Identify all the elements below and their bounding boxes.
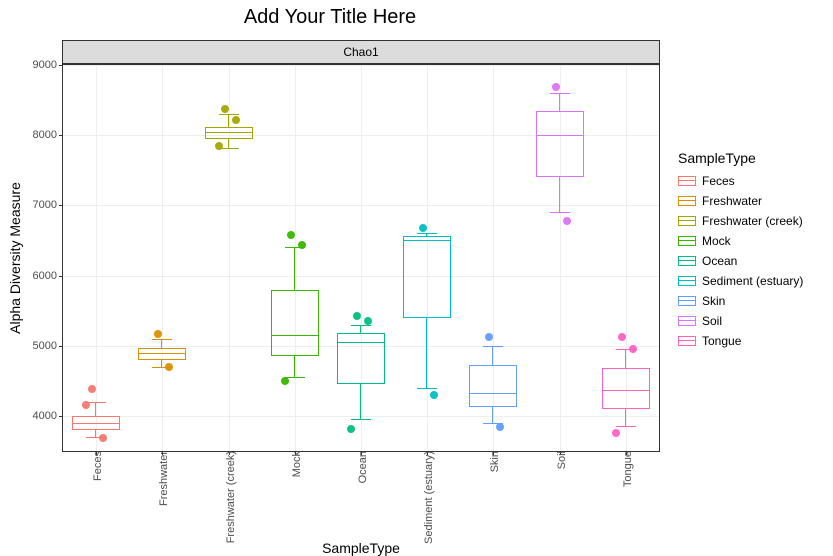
legend-label: Soil bbox=[702, 314, 722, 328]
data-point bbox=[563, 217, 571, 225]
data-point bbox=[232, 116, 240, 124]
data-point bbox=[353, 312, 361, 320]
median-line bbox=[72, 423, 120, 424]
data-point bbox=[215, 142, 223, 150]
data-point bbox=[612, 429, 620, 437]
legend-item: Ocean bbox=[678, 254, 803, 268]
legend-key bbox=[678, 274, 696, 288]
x-tick-label: Tongue bbox=[618, 451, 634, 487]
legend-key bbox=[678, 294, 696, 308]
boxplot bbox=[205, 65, 253, 451]
x-tick-label: Freshwater bbox=[154, 451, 170, 506]
boxplot bbox=[602, 65, 650, 451]
data-point bbox=[281, 377, 289, 385]
data-point bbox=[165, 363, 173, 371]
median-line bbox=[271, 335, 319, 336]
data-point bbox=[485, 333, 493, 341]
legend: SampleType Feces Freshwater Freshwater (cr… bbox=[678, 150, 803, 354]
box bbox=[469, 365, 517, 407]
boxplot bbox=[337, 65, 385, 451]
boxplot bbox=[271, 65, 319, 451]
legend-key bbox=[678, 314, 696, 328]
boxplot bbox=[536, 65, 584, 451]
data-point bbox=[430, 391, 438, 399]
legend-label: Freshwater bbox=[702, 194, 762, 208]
legend-item: Tongue bbox=[678, 334, 803, 348]
median-line bbox=[138, 353, 186, 354]
plot-panel: 400050006000700080009000FecesFreshwaterF… bbox=[62, 64, 660, 452]
data-point bbox=[618, 333, 626, 341]
legend-label: Skin bbox=[702, 294, 725, 308]
boxplot bbox=[403, 65, 451, 451]
facet-strip: Chao1 bbox=[62, 40, 660, 64]
median-line bbox=[602, 390, 650, 391]
legend-item: Sediment (estuary) bbox=[678, 274, 803, 288]
data-point bbox=[99, 434, 107, 442]
x-tick-label: Sediment (estuary) bbox=[419, 451, 435, 544]
x-tick-label: Freshwater (creek) bbox=[221, 451, 237, 543]
boxplot bbox=[469, 65, 517, 451]
boxplot bbox=[72, 65, 120, 451]
data-point bbox=[82, 401, 90, 409]
legend-label: Ocean bbox=[702, 254, 737, 268]
data-point bbox=[419, 224, 427, 232]
legend-item: Mock bbox=[678, 234, 803, 248]
data-point bbox=[298, 241, 306, 249]
x-axis-label: SampleType bbox=[62, 540, 660, 556]
legend-label: Sediment (estuary) bbox=[702, 274, 803, 288]
x-tick-label: Skin bbox=[485, 451, 501, 472]
x-tick-label: Feces bbox=[88, 451, 104, 481]
legend-key bbox=[678, 194, 696, 208]
data-point bbox=[347, 425, 355, 433]
median-line bbox=[205, 132, 253, 133]
x-tick-label: Mock bbox=[287, 451, 303, 477]
data-point bbox=[287, 231, 295, 239]
data-point bbox=[154, 330, 162, 338]
legend-item: Feces bbox=[678, 174, 803, 188]
x-tick-label: Ocean bbox=[353, 451, 369, 483]
chart-title: Add Your Title Here bbox=[0, 6, 660, 29]
data-point bbox=[629, 345, 637, 353]
legend-key bbox=[678, 334, 696, 348]
median-line bbox=[536, 135, 584, 136]
data-point bbox=[221, 105, 229, 113]
facet-label: Chao1 bbox=[343, 45, 378, 59]
legend-key bbox=[678, 174, 696, 188]
y-axis-label: Alpha Diversity Measure bbox=[6, 64, 24, 452]
median-line bbox=[403, 240, 451, 241]
legend-key bbox=[678, 234, 696, 248]
legend-title: SampleType bbox=[678, 150, 803, 166]
legend-item: Freshwater (creek) bbox=[678, 214, 803, 228]
median-line bbox=[337, 342, 385, 343]
box bbox=[337, 333, 385, 384]
data-point bbox=[496, 423, 504, 431]
box bbox=[602, 368, 650, 409]
data-point bbox=[88, 385, 96, 393]
legend-item: Soil bbox=[678, 314, 803, 328]
legend-label: Freshwater (creek) bbox=[702, 214, 803, 228]
box bbox=[403, 236, 451, 317]
legend-item: Skin bbox=[678, 294, 803, 308]
box bbox=[205, 127, 253, 139]
legend-key bbox=[678, 214, 696, 228]
data-point bbox=[552, 83, 560, 91]
legend-item: Freshwater bbox=[678, 194, 803, 208]
x-tick-label: Soil bbox=[552, 451, 568, 469]
boxplot bbox=[138, 65, 186, 451]
box bbox=[138, 348, 186, 360]
box bbox=[536, 111, 584, 178]
legend-label: Tongue bbox=[702, 334, 741, 348]
legend-label: Mock bbox=[702, 234, 731, 248]
box bbox=[271, 290, 319, 357]
legend-label: Feces bbox=[702, 174, 735, 188]
data-point bbox=[364, 317, 372, 325]
legend-key bbox=[678, 254, 696, 268]
median-line bbox=[469, 393, 517, 394]
